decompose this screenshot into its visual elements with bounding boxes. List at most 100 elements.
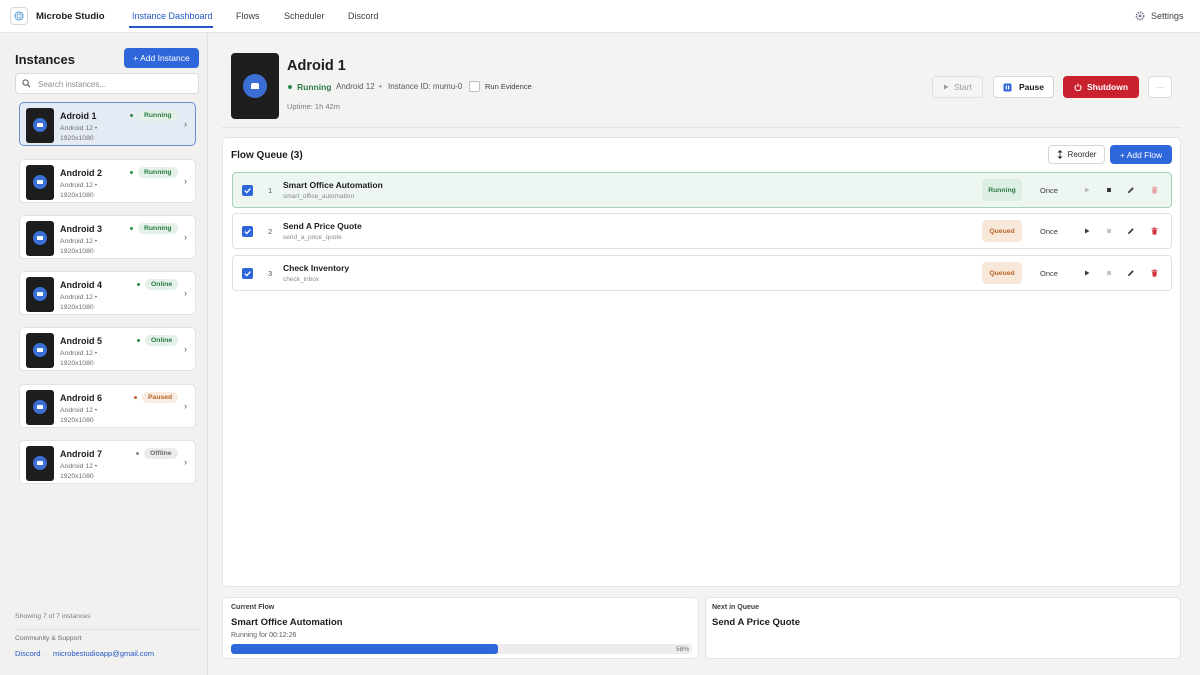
flow-name: Send A Price Quote [283, 221, 362, 231]
run-evidence-label[interactable]: Run Evidence [485, 82, 532, 91]
app-name: Microbe Studio [36, 11, 105, 22]
instance-meta: Android 12 • 1920x1080 [60, 237, 130, 256]
nav-flows[interactable]: Flows [236, 11, 260, 21]
instance-os: Android 12 [60, 463, 93, 470]
instance-card[interactable]: Android 7 Android 12 • 1920x1080 Offline › [19, 440, 196, 484]
flow-row[interactable]: 3 Check Inventory check_inbox Queued Once [232, 255, 1172, 291]
edit-icon[interactable] [1125, 267, 1137, 279]
chevron-right-icon: › [184, 176, 187, 186]
nav-instance-dashboard[interactable]: Instance Dashboard [132, 11, 213, 21]
stop-icon[interactable] [1103, 184, 1115, 196]
discord-link[interactable]: Discord [15, 649, 40, 658]
status-badge: Paused [142, 392, 179, 403]
instance-thumbnail [26, 108, 54, 143]
meta-separator: • [94, 407, 98, 414]
android-icon [243, 74, 267, 98]
instance-card[interactable]: Android 4 Android 12 • 1920x1080 Online › [19, 271, 196, 315]
play-icon[interactable] [1081, 267, 1093, 279]
flow-checkbox[interactable] [242, 268, 253, 279]
nav-active-indicator [129, 26, 213, 28]
run-evidence-checkbox[interactable] [469, 81, 480, 92]
instance-name: Android 5 [60, 336, 102, 346]
instance-resolution: 1920x1080 [60, 191, 94, 199]
play-icon[interactable] [1081, 225, 1093, 237]
support-email-link[interactable]: microbestudioapp@gmail.com [53, 649, 154, 658]
instance-resolution: 1920x1080 [60, 247, 94, 255]
flow-status-badge: Queued [982, 220, 1022, 242]
instance-thumbnail [26, 277, 54, 312]
nav-scheduler[interactable]: Scheduler [284, 11, 325, 21]
delete-icon[interactable] [1148, 225, 1160, 237]
instance-card[interactable]: Android 6 Android 12 • 1920x1080 Paused › [19, 384, 196, 428]
shutdown-button[interactable]: Shutdown [1063, 76, 1139, 98]
add-flow-button[interactable]: + Add Flow [1110, 145, 1172, 164]
edit-icon[interactable] [1125, 225, 1137, 237]
start-button-label: Start [954, 82, 972, 92]
instance-count: Showing 7 of 7 instances [15, 613, 91, 620]
flow-row[interactable]: 1 Smart Office Automation smart_office_aut… [232, 172, 1172, 208]
instance-os: Android 12 [60, 407, 93, 414]
instance-card[interactable]: Android 2 Android 12 • 1920x1080 Running › [19, 159, 196, 203]
status-dot [137, 283, 140, 286]
instance-meta: Android 12 • 1920x1080 [60, 406, 130, 425]
progress-percent: 58% [676, 646, 690, 653]
delete-icon[interactable] [1148, 184, 1160, 196]
search-icon [22, 79, 31, 88]
instance-resolution: 1920x1080 [60, 416, 94, 424]
reorder-button-label: Reorder [1067, 150, 1097, 159]
chevron-right-icon: › [184, 401, 187, 411]
reorder-button[interactable]: Reorder [1048, 145, 1105, 164]
instance-thumbnail [26, 165, 54, 200]
stop-icon[interactable] [1103, 267, 1115, 279]
play-icon[interactable] [1081, 184, 1093, 196]
top-navigation-bar: Microbe Studio Instance Dashboard Flows … [0, 0, 1200, 33]
pause-button-label: Pause [1018, 82, 1045, 92]
flow-status-badge: Running [982, 179, 1022, 201]
meta-separator: • [94, 294, 98, 301]
instance-id: Instance ID: mumu-0 [388, 82, 463, 91]
status-badge: Online [145, 279, 179, 290]
instance-os: Android 12 [336, 82, 375, 91]
nav-discord[interactable]: Discord [348, 11, 379, 21]
delete-icon[interactable] [1148, 267, 1160, 279]
app-logo-icon[interactable] [10, 7, 28, 25]
start-button[interactable]: Start [932, 76, 983, 98]
status-badge: Offline [144, 448, 178, 459]
flow-index: 1 [268, 186, 273, 195]
instance-os: Android 12 [60, 350, 93, 357]
flow-row[interactable]: 2 Send A Price Quote send_a_price_quote Que… [232, 213, 1172, 249]
flow-queue-title: Flow Queue (3) [231, 150, 303, 161]
instance-os: Android 12 [60, 182, 93, 189]
instance-status: Running [297, 82, 332, 92]
flow-checkbox[interactable] [242, 226, 253, 237]
status-badge: Running [138, 167, 178, 178]
instance-card[interactable]: Adroid 1 Android 12 • 1920x1080 Running › [19, 102, 196, 146]
stop-icon[interactable] [1103, 225, 1115, 237]
instance-card[interactable]: Android 5 Android 12 • 1920x1080 Online › [19, 327, 196, 371]
instance-meta: Android 12 • 1920x1080 [60, 124, 130, 143]
flow-id: smart_office_automation [283, 193, 355, 200]
gear-icon[interactable] [1135, 11, 1145, 21]
sidebar-title: Instances [15, 52, 75, 67]
sort-arrows-icon [1057, 150, 1063, 159]
settings-link[interactable]: Settings [1151, 11, 1184, 21]
meta-separator: • [94, 238, 98, 245]
flow-checkbox[interactable] [242, 185, 253, 196]
more-options-button[interactable]: ··· [1148, 76, 1172, 98]
chevron-right-icon: › [184, 232, 187, 242]
shutdown-button-label: Shutdown [1086, 82, 1129, 92]
status-dot [288, 85, 292, 89]
search-box [15, 73, 199, 94]
instance-os: Android 12 [60, 125, 93, 132]
pause-button[interactable]: Pause [993, 76, 1054, 98]
flow-frequency: Once [1040, 227, 1058, 236]
current-flow-label: Current Flow [231, 604, 275, 611]
search-input[interactable] [38, 77, 193, 91]
add-instance-button[interactable]: + Add Instance [124, 48, 199, 68]
instance-screen-thumbnail [231, 53, 279, 119]
instance-thumbnail [26, 221, 54, 256]
instance-meta: Android 12 • 1920x1080 [60, 462, 130, 481]
instance-meta: Android 12 • 1920x1080 [60, 181, 130, 200]
edit-icon[interactable] [1125, 184, 1137, 196]
instance-card[interactable]: Android 3 Android 12 • 1920x1080 Running › [19, 215, 196, 259]
